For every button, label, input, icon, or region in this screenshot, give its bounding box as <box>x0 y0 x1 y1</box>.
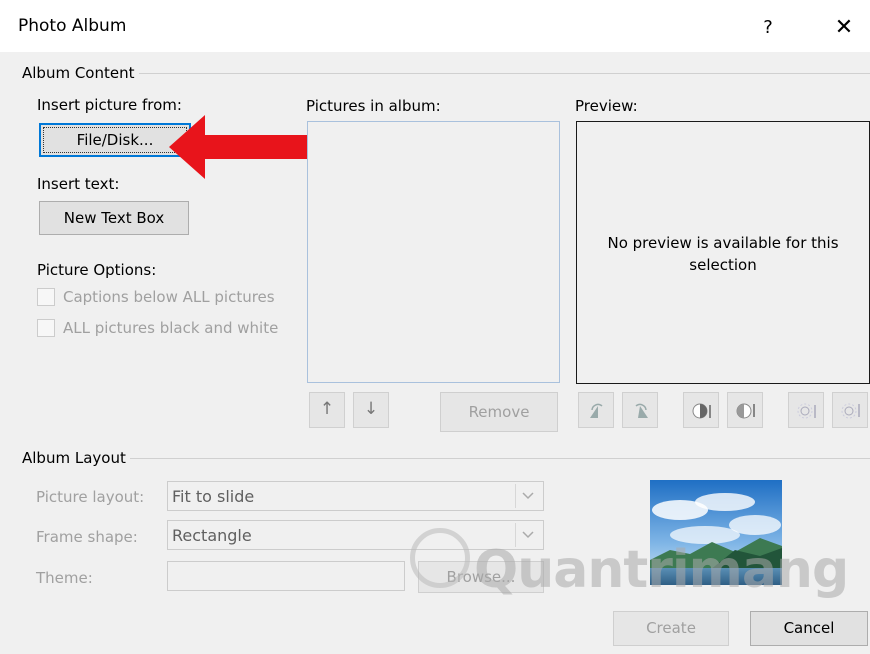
picture-layout-dropdown[interactable]: Fit to slide <box>167 481 544 511</box>
album-content-group-label: Album Content <box>18 64 139 82</box>
brightness-down-icon <box>841 403 860 419</box>
decrease-contrast-button[interactable] <box>727 392 763 428</box>
remove-button[interactable]: Remove <box>440 392 558 432</box>
captions-checkbox[interactable] <box>37 288 55 306</box>
frame-shape-value: Rectangle <box>172 526 252 545</box>
dialog-title: Photo Album <box>18 16 127 36</box>
new-text-box-button[interactable]: New Text Box <box>39 201 189 235</box>
close-button[interactable]: ✕ <box>826 12 862 44</box>
preview-pane: No preview is available for this selecti… <box>576 121 870 384</box>
picture-layout-value: Fit to slide <box>172 487 255 506</box>
album-layout-divider <box>18 458 870 459</box>
watermark-text: Quantrimang <box>474 540 849 600</box>
album-layout-group-label: Album Layout <box>18 449 130 467</box>
black-white-checkbox-label: ALL pictures black and white <box>63 319 279 337</box>
frame-shape-label: Frame shape: <box>36 528 138 546</box>
theme-label: Theme: <box>36 569 93 587</box>
picture-options-label: Picture Options: <box>37 261 157 279</box>
brightness-up-icon <box>797 403 816 419</box>
preview-message: No preview is available for this selecti… <box>607 234 839 274</box>
arrow-down-icon: ↓ <box>363 399 379 419</box>
decrease-brightness-button[interactable] <box>832 392 868 428</box>
picture-layout-label: Picture layout: <box>36 488 145 506</box>
cancel-button[interactable]: Cancel <box>750 611 868 646</box>
move-up-button[interactable]: ↑ <box>309 392 345 428</box>
create-button[interactable]: Create <box>613 611 729 646</box>
rotate-left-button[interactable] <box>578 392 614 428</box>
black-white-checkbox[interactable] <box>37 319 55 337</box>
theme-input[interactable] <box>167 561 405 591</box>
file-disk-button-label: File/Disk... <box>76 131 154 149</box>
captions-checkbox-label: Captions below ALL pictures <box>63 288 275 306</box>
rotate-left-icon <box>590 403 603 418</box>
insert-picture-label: Insert picture from: <box>37 96 182 114</box>
rotate-right-icon <box>635 403 648 418</box>
help-button[interactable]: ? <box>752 12 784 44</box>
title-bar <box>0 0 870 52</box>
chevron-down-icon <box>515 484 541 508</box>
contrast-up-icon <box>692 403 711 419</box>
insert-text-label: Insert text: <box>37 175 120 193</box>
increase-contrast-button[interactable] <box>683 392 719 428</box>
watermark-logo <box>410 528 470 588</box>
pictures-list[interactable] <box>307 121 560 383</box>
contrast-down-icon <box>736 403 755 419</box>
preview-label: Preview: <box>575 97 638 115</box>
album-content-divider <box>18 73 870 74</box>
move-down-button[interactable]: ↓ <box>353 392 389 428</box>
rotate-right-button[interactable] <box>622 392 658 428</box>
pictures-in-album-label: Pictures in album: <box>306 97 441 115</box>
increase-brightness-button[interactable] <box>788 392 824 428</box>
arrow-up-icon: ↑ <box>319 399 335 419</box>
